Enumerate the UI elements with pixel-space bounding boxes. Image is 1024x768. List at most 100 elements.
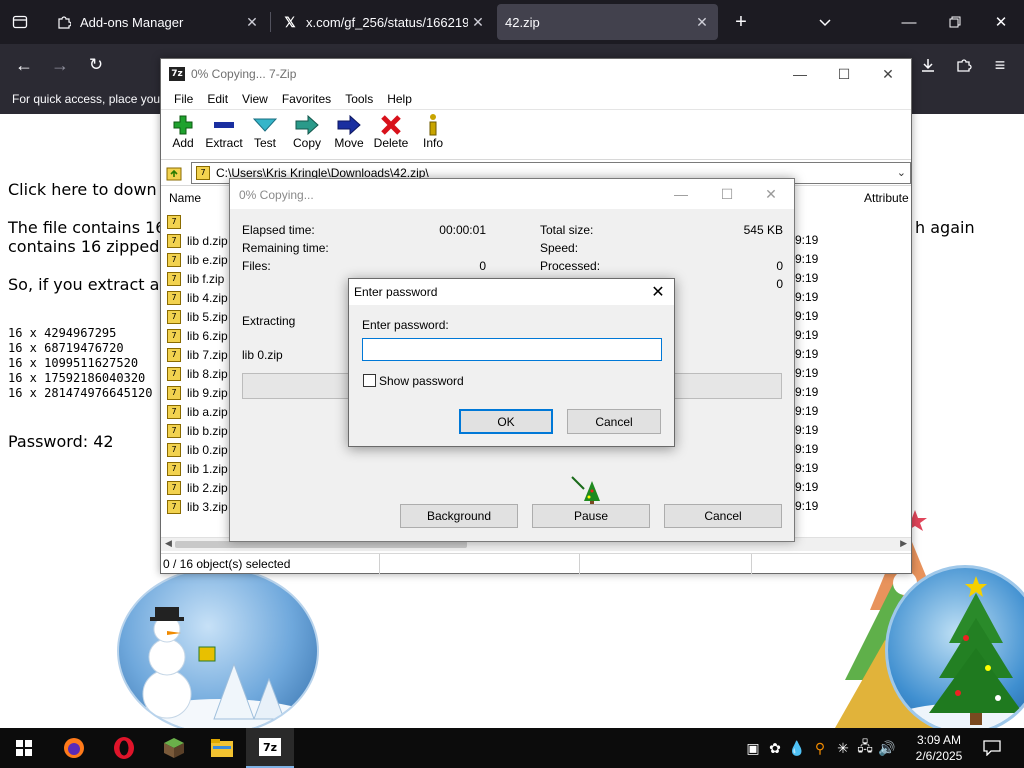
close-window-icon[interactable]: ✕ <box>978 0 1024 44</box>
add-button[interactable]: Add <box>161 114 205 150</box>
up-folder-icon[interactable] <box>165 164 183 182</box>
firefox-icon[interactable] <box>50 728 98 768</box>
file-name: lib 3.zip <box>187 499 228 514</box>
close-icon[interactable]: ✕ <box>642 279 674 305</box>
maximize-icon[interactable]: ☐ <box>821 59 867 89</box>
tray-app-icon[interactable]: ✿ <box>764 740 786 757</box>
7zip-app-icon: 7z <box>169 67 185 81</box>
tray-app-icon[interactable]: ▣ <box>742 740 764 757</box>
chevron-down-icon[interactable]: ⌄ <box>897 166 906 179</box>
notification-icon[interactable] <box>972 728 1012 768</box>
reload-icon[interactable]: ↻ <box>83 52 109 78</box>
list-item[interactable]: 7 lib 2.zip <box>167 478 228 497</box>
menu-tools[interactable]: Tools <box>338 92 380 106</box>
list-item[interactable]: 7 lib 8.zip <box>167 364 228 383</box>
back-arrow-icon[interactable]: ← <box>11 52 37 78</box>
info-button[interactable]: Info <box>411 114 455 150</box>
forward-arrow-icon[interactable]: → <box>47 52 73 78</box>
list-item[interactable]: 7 lib a.zip <box>167 402 228 421</box>
minimize-icon[interactable]: — <box>886 0 932 44</box>
scroll-right-icon[interactable]: ▶ <box>900 538 907 549</box>
list-item[interactable]: 7 lib 0.zip <box>167 440 228 459</box>
move-button[interactable]: Move <box>327 114 371 150</box>
close-icon[interactable]: ✕ <box>692 14 712 31</box>
x-logo-icon: 𝕏 <box>284 13 296 30</box>
tab-list-button[interactable] <box>802 0 848 44</box>
list-item[interactable]: 7 lib 7.zip <box>167 345 228 364</box>
background-button[interactable]: Background <box>400 504 518 528</box>
tab-divider <box>270 12 271 32</box>
new-tab-button[interactable]: + <box>718 0 764 44</box>
file-time: 9:19 <box>795 366 819 380</box>
show-password-label[interactable]: Show password <box>379 374 464 388</box>
list-item[interactable]: 7 lib 4.zip <box>167 288 228 307</box>
dialog-titlebar[interactable]: 0% Copying... — ☐ ✕ <box>230 179 794 209</box>
minecraft-icon[interactable] <box>150 728 198 768</box>
system-clock[interactable]: 3:09 AM 2/6/2025 <box>907 732 971 764</box>
close-icon[interactable]: ✕ <box>748 179 794 209</box>
list-item[interactable]: 7 lib 6.zip <box>167 326 228 345</box>
list-item[interactable]: 7 lib 1.zip <box>167 459 228 478</box>
column-name[interactable]: Name <box>169 191 201 205</box>
snow-icon[interactable]: ✳ <box>832 740 854 757</box>
list-item[interactable]: 7 lib 3.zip <box>167 497 228 516</box>
file-time: 9:19 <box>795 233 819 247</box>
scroll-left-icon[interactable]: ◀ <box>165 538 172 549</box>
menu-view[interactable]: View <box>235 92 275 106</box>
file-time: 9:19 <box>795 499 819 513</box>
dialog-titlebar[interactable]: Enter password ✕ <box>349 279 674 305</box>
test-button[interactable]: Test <box>243 114 287 150</box>
file-time: 9:19 <box>795 290 819 304</box>
close-icon[interactable]: ✕ <box>468 14 488 31</box>
cancel-button[interactable]: Cancel <box>664 504 782 528</box>
opera-icon[interactable] <box>100 728 148 768</box>
menu-file[interactable]: File <box>167 92 200 106</box>
list-item[interactable]: 7 lib e.zip <box>167 250 228 269</box>
cancel-button[interactable]: Cancel <box>567 409 661 434</box>
scroll-thumb[interactable] <box>175 541 467 548</box>
menu-icon[interactable]: ≡ <box>987 52 1013 78</box>
search-icon[interactable]: ⚲ <box>808 740 832 757</box>
list-item[interactable]: 7 lib f.zip <box>167 269 224 288</box>
extensions-icon[interactable] <box>951 52 977 78</box>
elapsed-label: Elapsed time: <box>242 223 315 237</box>
tab-x-status[interactable]: 𝕏 x.com/gf_256/status/166219226 ✕ <box>272 4 494 40</box>
close-icon[interactable]: ✕ <box>865 59 911 89</box>
tab-overview-icon[interactable] <box>0 0 40 44</box>
pause-button[interactable]: Pause <box>532 504 650 528</box>
password-field[interactable] <box>362 338 662 361</box>
downloads-icon[interactable] <box>915 52 941 78</box>
close-icon[interactable]: ✕ <box>242 14 262 31</box>
restore-icon[interactable] <box>932 0 978 44</box>
maximize-icon[interactable]: ☐ <box>704 179 750 209</box>
menu-help[interactable]: Help <box>380 92 419 106</box>
copy-button[interactable]: Copy <box>285 114 329 150</box>
list-item[interactable]: 7 lib d.zip <box>167 231 228 250</box>
delete-button[interactable]: Delete <box>369 114 413 150</box>
list-item[interactable]: 7 <box>167 212 187 231</box>
list-item[interactable]: 7 lib b.zip <box>167 421 228 440</box>
column-attributes[interactable]: Attribute <box>864 191 909 205</box>
move-label: Move <box>334 136 364 150</box>
start-button[interactable] <box>0 728 48 768</box>
list-item[interactable]: 7 lib 9.zip <box>167 383 228 402</box>
tab-42-zip[interactable]: 42.zip ✕ <box>497 4 718 40</box>
volume-icon[interactable]: 🔊 <box>876 740 898 757</box>
minimize-icon[interactable]: — <box>658 179 704 209</box>
tab-addons-manager[interactable]: Add-ons Manager ✕ <box>46 4 268 40</box>
ok-button[interactable]: OK <box>459 409 553 434</box>
menu-edit[interactable]: Edit <box>200 92 235 106</box>
drop-icon[interactable]: 💧 <box>786 740 808 757</box>
list-item[interactable]: 7 lib 5.zip <box>167 307 228 326</box>
download-link[interactable]: Click here to down <box>8 180 157 199</box>
7zip-taskbar-button[interactable]: 7z <box>246 728 294 768</box>
minimize-icon[interactable]: — <box>777 59 823 89</box>
show-password-checkbox[interactable] <box>363 374 376 387</box>
dialog-title: 0% Copying... <box>239 188 314 202</box>
file-explorer-icon[interactable] <box>198 728 246 768</box>
network-icon[interactable]: 🖧 <box>854 736 876 760</box>
menu-favorites[interactable]: Favorites <box>275 92 338 106</box>
extract-button[interactable]: Extract <box>202 114 246 150</box>
window-titlebar[interactable]: 7z 0% Copying... 7-Zip — ☐ ✕ <box>161 59 911 89</box>
dialog-title: Enter password <box>354 285 438 299</box>
